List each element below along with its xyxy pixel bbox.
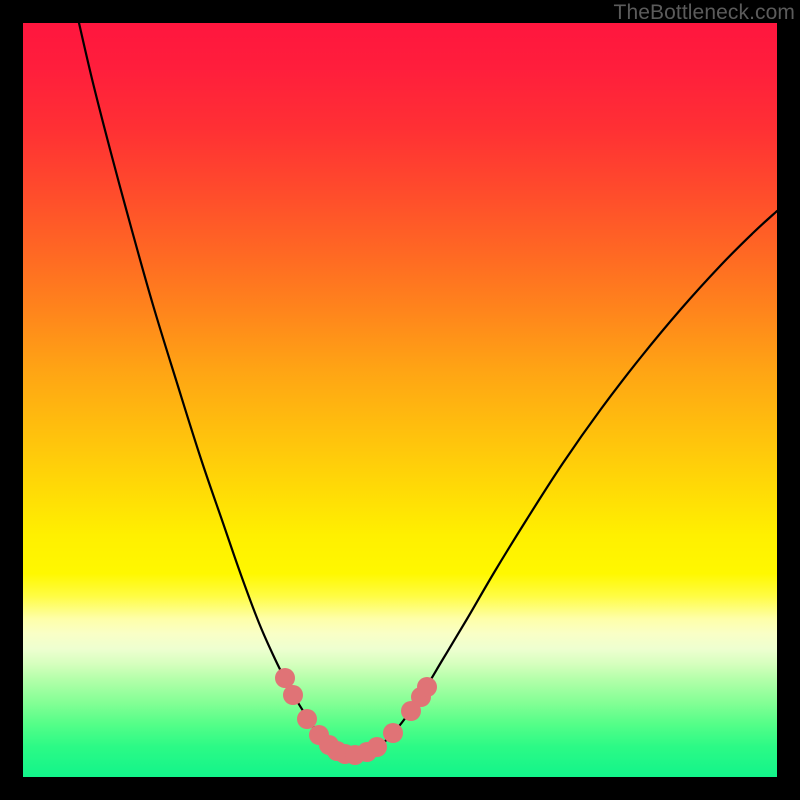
marker-dot [297,709,317,729]
watermark-text: TheBottleneck.com [614,1,795,25]
marker-dot [383,723,403,743]
marker-dot [275,668,295,688]
plot-area [23,23,777,777]
marker-dot [367,737,387,757]
chart-frame: TheBottleneck.com [0,0,800,800]
marker-dot [417,677,437,697]
curve-right-branch [355,211,777,755]
marker-dot [283,685,303,705]
curve-layer [23,23,777,777]
curve-left-branch [79,23,355,755]
